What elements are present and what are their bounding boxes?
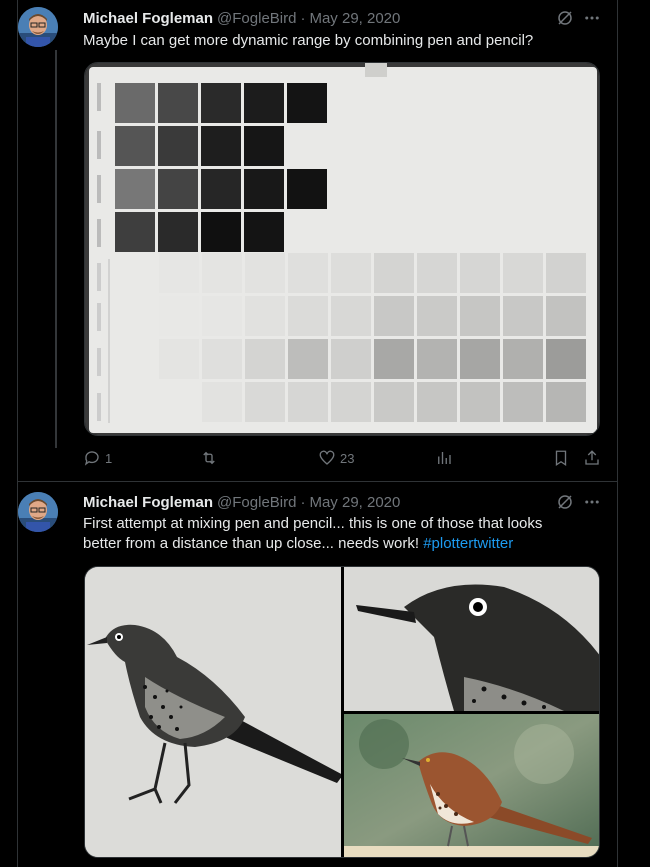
tweet-text: Maybe I can get more dynamic range by co… — [83, 32, 534, 49]
header-separator: · — [300, 493, 306, 511]
tweet-text-line-1: First attempt at mixing pen and pencil..… — [83, 515, 543, 532]
author-name[interactable]: Michael Fogleman — [83, 10, 213, 27]
more-icon[interactable] — [583, 9, 601, 27]
bookmark-icon — [555, 450, 567, 467]
timeline-border-right — [617, 0, 618, 867]
avatar[interactable] — [18, 7, 58, 47]
tweet-text-line-2: better from a distance than up close... … — [83, 535, 424, 552]
tweet-divider — [18, 481, 617, 482]
like-button[interactable]: 23 — [318, 449, 354, 467]
share-button[interactable] — [583, 449, 601, 467]
like-icon — [319, 450, 335, 465]
tweet-media-test-sheet[interactable] — [84, 62, 600, 436]
like-count: 23 — [340, 450, 355, 466]
tweet-media-grid — [84, 566, 600, 858]
avatar[interactable] — [18, 492, 58, 532]
reply-icon — [84, 451, 99, 466]
hashtag-link[interactable]: #plottertwitter — [423, 535, 513, 552]
author-handle[interactable]: @FogleBird — [217, 494, 296, 511]
test-sheet-image — [85, 63, 599, 435]
tweet-header: Michael Fogleman @FogleBird · May 29, 20… — [83, 8, 400, 28]
timeline-border-left — [17, 0, 18, 867]
share-icon — [585, 450, 599, 465]
tweet-header: Michael Fogleman @FogleBird · May 29, 20… — [83, 492, 400, 512]
reply-count: 1 — [105, 450, 113, 466]
tweet-text: First attempt at mixing pen and pencil..… — [83, 514, 593, 554]
tweet-actions: 1 23 — [83, 449, 603, 471]
tweet-date[interactable]: May 29, 2020 — [309, 10, 400, 27]
media-bird-photo[interactable] — [344, 714, 599, 857]
author-name[interactable]: Michael Fogleman — [83, 494, 213, 511]
media-bird-drawing-full[interactable] — [85, 567, 343, 857]
author-handle[interactable]: @FogleBird — [217, 10, 296, 27]
views-icon — [438, 452, 451, 464]
retweet-icon — [203, 451, 215, 465]
more-icon[interactable] — [583, 493, 601, 511]
retweet-button[interactable] — [200, 449, 222, 467]
bookmark-button[interactable] — [552, 449, 570, 467]
thread-connector — [55, 50, 57, 448]
views-button[interactable] — [435, 449, 453, 467]
header-separator: · — [300, 9, 306, 27]
media-bird-drawing-closeup[interactable] — [344, 567, 599, 711]
reply-button[interactable]: 1 — [83, 449, 112, 467]
tweet-date[interactable]: May 29, 2020 — [309, 494, 400, 511]
grok-icon[interactable] — [556, 493, 574, 511]
grok-icon[interactable] — [556, 9, 574, 27]
